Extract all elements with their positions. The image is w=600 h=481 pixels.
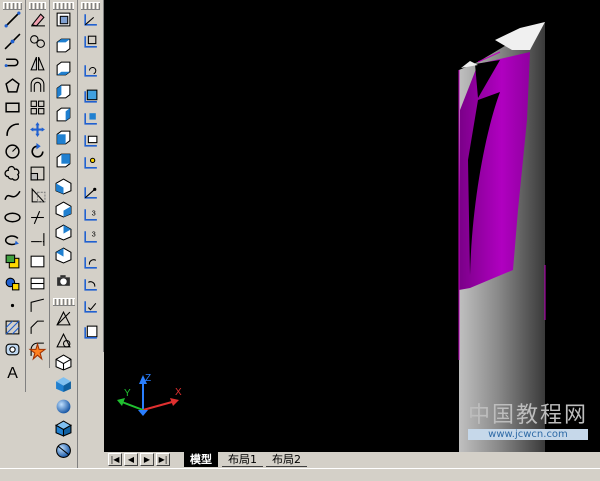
ucs-x-label: X	[175, 387, 182, 398]
array-icon[interactable]	[27, 97, 48, 118]
gouraud-edges-icon[interactable]	[53, 440, 74, 461]
right-view-icon[interactable]	[53, 104, 74, 125]
svg-text:3: 3	[92, 209, 96, 218]
scale-icon[interactable]	[27, 163, 48, 184]
modify-toolbar	[26, 0, 50, 368]
hidden-icon[interactable]	[53, 352, 74, 373]
named-ucs-icon[interactable]	[80, 322, 101, 343]
bottom-view-icon[interactable]	[53, 58, 74, 79]
ucs-3point-icon[interactable]: 3	[80, 204, 101, 225]
previous-tab-button[interactable]: ◀	[124, 453, 138, 466]
top-view-icon[interactable]	[53, 35, 74, 56]
watermark-title: 中国教程网	[467, 403, 588, 428]
join-icon[interactable]	[27, 295, 48, 316]
draw-toolbar: A	[0, 0, 26, 392]
gouraud-shaded-icon[interactable]	[53, 396, 74, 417]
ucs-y-label: Y	[124, 388, 131, 399]
insert-block-icon[interactable]	[2, 251, 23, 272]
tab-layout1[interactable]: 布局1	[222, 452, 263, 467]
point-icon[interactable]	[2, 295, 23, 316]
move-icon[interactable]	[27, 119, 48, 140]
ucs-icon[interactable]	[80, 9, 101, 30]
ucs-x-icon[interactable]: 3	[80, 226, 101, 247]
construction-line-icon[interactable]	[2, 31, 23, 52]
model-space-canvas[interactable]: Z X Y 中国教程网 www.jcwcn.com	[104, 0, 600, 452]
extend-icon[interactable]	[27, 229, 48, 250]
tab-model[interactable]: 模型	[184, 452, 218, 467]
ellipse-arc-icon[interactable]	[2, 229, 23, 250]
toolbar-grip[interactable]	[53, 298, 75, 306]
ucs-apply-icon[interactable]	[80, 296, 101, 317]
rotate-icon[interactable]	[27, 141, 48, 162]
site-watermark: 中国教程网 www.jcwcn.com	[467, 397, 588, 440]
horizontal-scroll-strip[interactable]	[0, 468, 600, 481]
break-at-point-icon[interactable]	[27, 251, 48, 272]
trim-icon[interactable]	[27, 207, 48, 228]
camera-icon[interactable]	[53, 270, 74, 291]
erase-icon[interactable]	[27, 9, 48, 30]
named-views-icon[interactable]	[53, 9, 74, 30]
ucs-axis-icon: Z X Y	[117, 373, 182, 416]
last-tab-button[interactable]: ▶|	[156, 453, 170, 466]
polygon-icon[interactable]	[2, 75, 23, 96]
back-view-icon[interactable]	[53, 150, 74, 171]
arc-icon[interactable]	[2, 119, 23, 140]
front-view-icon[interactable]	[53, 127, 74, 148]
ucs-y-icon[interactable]	[80, 252, 101, 273]
sw-iso-icon[interactable]	[53, 176, 74, 197]
ucs-object-icon[interactable]	[80, 108, 101, 129]
region-icon[interactable]	[2, 339, 23, 360]
explode-icon[interactable]	[27, 341, 48, 362]
next-tab-button[interactable]: ▶	[140, 453, 154, 466]
break-icon[interactable]	[27, 273, 48, 294]
rectangle-icon[interactable]	[2, 97, 23, 118]
copy-icon[interactable]	[27, 31, 48, 52]
ne-iso-icon[interactable]	[53, 222, 74, 243]
ucs-previous-icon[interactable]	[80, 60, 101, 81]
mirror-icon[interactable]	[27, 53, 48, 74]
spline-icon[interactable]	[2, 185, 23, 206]
revision-cloud-icon[interactable]	[2, 163, 23, 184]
ucs-toolbar: 3 3	[78, 0, 104, 352]
multiline-text-icon[interactable]: A	[2, 361, 23, 382]
flat-shaded-icon[interactable]	[53, 374, 74, 395]
se-iso-icon[interactable]	[53, 199, 74, 220]
circle-icon[interactable]	[2, 141, 23, 162]
ucs-world-icon[interactable]	[80, 31, 101, 52]
tab-layout2[interactable]: 布局2	[266, 452, 307, 467]
svg-text:3: 3	[92, 230, 96, 239]
ucs-zaxis-icon[interactable]	[80, 182, 101, 203]
ucs-view-icon[interactable]	[80, 130, 101, 151]
make-block-icon[interactable]	[2, 273, 23, 294]
chamfer-icon[interactable]	[27, 317, 48, 338]
left-view-icon[interactable]	[53, 81, 74, 102]
polyline-icon[interactable]	[2, 53, 23, 74]
ucs-z-label: Z	[145, 373, 151, 384]
first-tab-button[interactable]: |◀	[108, 453, 122, 466]
stretch-icon[interactable]	[27, 185, 48, 206]
ucs-origin-icon[interactable]	[80, 152, 101, 173]
nw-iso-icon[interactable]	[53, 245, 74, 266]
view-toolbar	[50, 0, 78, 480]
3d-wireframe-icon[interactable]	[53, 330, 74, 351]
line-icon[interactable]	[2, 9, 23, 30]
svg-text:A: A	[7, 365, 18, 382]
2d-wireframe-icon[interactable]	[53, 308, 74, 329]
layout-tab-bar: |◀ ◀ ▶ ▶| 模型 布局1 布局2	[104, 452, 600, 468]
watermark-url: www.jcwcn.com	[467, 429, 588, 440]
ucs-face-icon[interactable]	[80, 86, 101, 107]
offset-icon[interactable]	[27, 75, 48, 96]
ucs-z-icon[interactable]	[80, 274, 101, 295]
ellipse-icon[interactable]	[2, 207, 23, 228]
hatch-icon[interactable]	[2, 317, 23, 338]
flat-edges-icon[interactable]	[53, 418, 74, 439]
